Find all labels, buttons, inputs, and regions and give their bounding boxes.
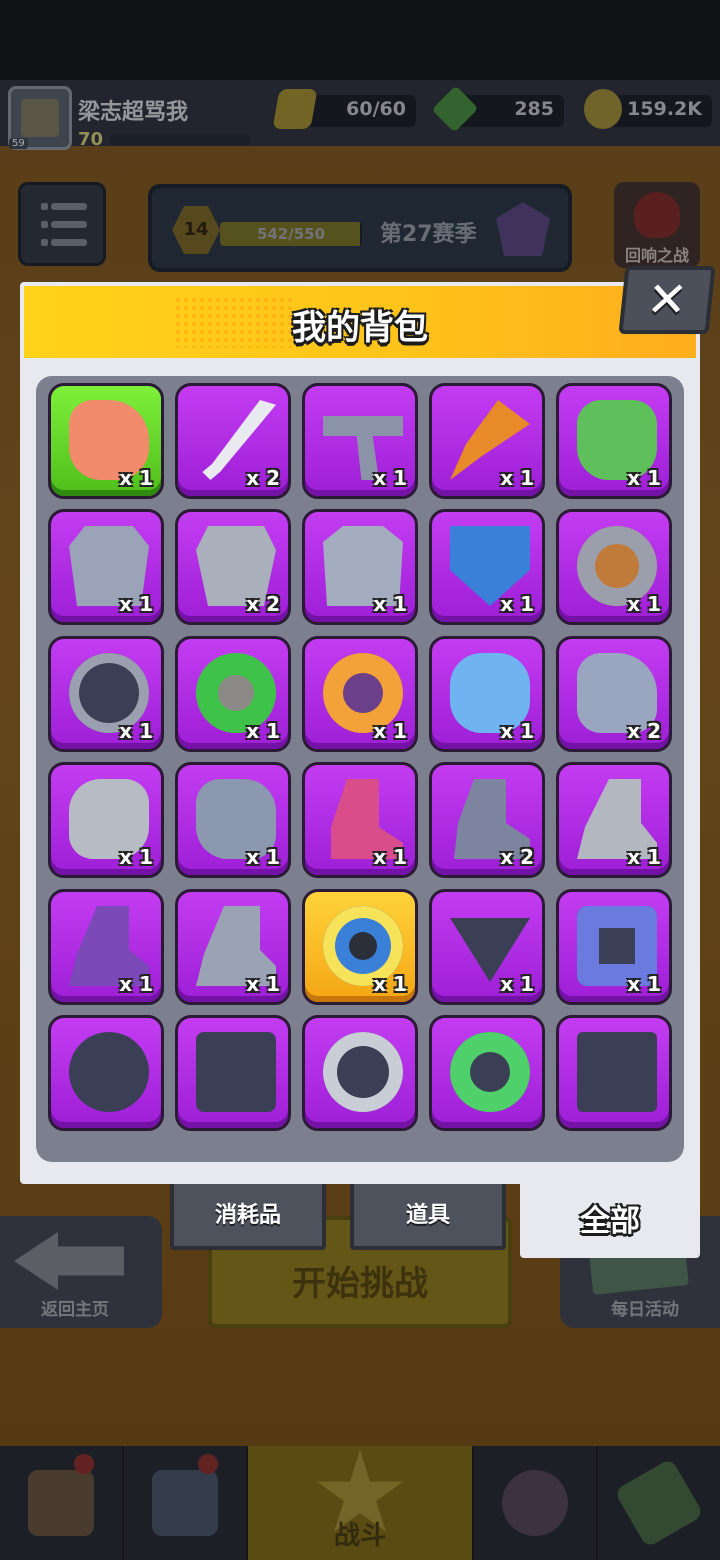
inventory-slot[interactable] — [48, 1015, 164, 1131]
inventory-slot[interactable] — [429, 1015, 545, 1131]
inventory-slot[interactable]: x 1 — [302, 762, 418, 878]
category-tab-label: 道具 — [405, 1203, 450, 1228]
item-quantity: x 2 — [500, 845, 534, 869]
inventory-slot[interactable]: x 1 — [429, 889, 545, 1005]
green-orb-device-icon — [450, 1032, 530, 1112]
inventory-grid-viewport[interactable]: x 1x 5x 1x 1x 1x 1x 2x 1x 1x 1x 1x 2x 1x… — [36, 376, 684, 1162]
inventory-slot[interactable]: x 2 — [556, 636, 672, 752]
inventory-slot[interactable]: x 1 — [302, 889, 418, 1005]
item-quantity: x 2 — [627, 719, 661, 743]
inventory-slot[interactable]: x 1 — [429, 636, 545, 752]
inventory-slot[interactable]: x 1 — [429, 383, 545, 499]
item-quantity: x 1 — [373, 466, 407, 490]
inventory-slot[interactable]: x 1 — [302, 383, 418, 499]
inventory-slot[interactable]: x 1 — [175, 636, 291, 752]
category-tab-label: 消耗品 — [214, 1203, 281, 1228]
item-quantity: x 1 — [246, 719, 280, 743]
category-tab[interactable]: 全部 — [520, 1180, 700, 1258]
inventory-slot[interactable]: x 1 — [556, 509, 672, 625]
item-quantity: x 1 — [373, 719, 407, 743]
item-quantity: x 2 — [246, 466, 280, 490]
item-quantity: x 1 — [500, 972, 534, 996]
inventory-slot[interactable]: x 1 — [48, 762, 164, 878]
item-quantity: x 1 — [119, 592, 153, 616]
item-quantity: x 1 — [119, 719, 153, 743]
inventory-slot[interactable]: x 2 — [175, 509, 291, 625]
item-quantity: x 1 — [119, 466, 153, 490]
item-quantity: x 1 — [500, 466, 534, 490]
item-quantity: x 1 — [119, 845, 153, 869]
ring-device-icon — [323, 1032, 403, 1112]
inventory-slot[interactable]: x 1 — [556, 889, 672, 1005]
item-quantity: x 1 — [500, 719, 534, 743]
inventory-slot[interactable]: x 1 — [48, 383, 164, 499]
item-quantity: x 1 — [627, 845, 661, 869]
battery-device-icon — [577, 1032, 657, 1112]
item-quantity: x 1 — [373, 592, 407, 616]
inventory-slot[interactable]: x 1 — [556, 762, 672, 878]
inventory-slot[interactable]: x 1 — [48, 636, 164, 752]
category-tab[interactable]: 道具 — [350, 1184, 506, 1250]
category-tab-label: 全部 — [580, 1204, 640, 1239]
item-quantity: x 1 — [119, 972, 153, 996]
inventory-slot[interactable]: x 1 — [175, 762, 291, 878]
backpack-header: 我的背包 — [24, 286, 696, 358]
inventory-slot[interactable]: x 1 — [302, 636, 418, 752]
close-icon: ✕ — [643, 272, 691, 328]
inventory-slot[interactable]: x 1 — [302, 509, 418, 625]
orb-device-icon — [69, 1032, 149, 1112]
inventory-slot[interactable]: x 1 — [48, 889, 164, 1005]
inventory-slot[interactable]: x 2 — [429, 762, 545, 878]
item-quantity: x 1 — [627, 466, 661, 490]
item-quantity: x 1 — [627, 592, 661, 616]
inventory-slot[interactable]: x 1 — [48, 509, 164, 625]
inventory-slot[interactable] — [302, 1015, 418, 1131]
inventory-slot[interactable]: x 1 — [175, 889, 291, 1005]
item-quantity: x 1 — [373, 845, 407, 869]
inventory-slot[interactable]: x 2 — [175, 383, 291, 499]
category-tab[interactable]: 消耗品 — [170, 1184, 326, 1250]
item-quantity: x 1 — [500, 592, 534, 616]
item-quantity: x 1 — [246, 845, 280, 869]
inventory-slot[interactable]: x 1 — [429, 509, 545, 625]
item-quantity: x 1 — [373, 972, 407, 996]
item-quantity: x 1 — [246, 972, 280, 996]
inventory-slot[interactable] — [175, 1015, 291, 1131]
item-quantity: x 2 — [246, 592, 280, 616]
inventory-slot[interactable] — [556, 1015, 672, 1131]
close-button[interactable]: ✕ — [618, 266, 716, 334]
inventory-slot[interactable]: x 1 — [556, 383, 672, 499]
canister-device-icon — [196, 1032, 276, 1112]
backpack-title: 我的背包 — [292, 308, 428, 348]
item-quantity: x 1 — [627, 972, 661, 996]
